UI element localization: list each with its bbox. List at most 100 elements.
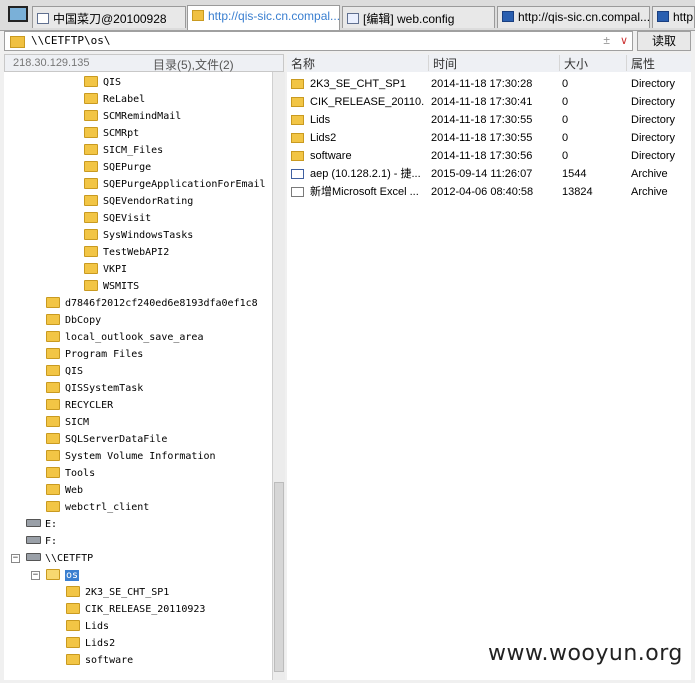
tab-label: 中国菜刀@20100928 [53,12,167,26]
folder-icon [291,97,304,107]
tree-item[interactable]: RECYCLER [46,397,113,414]
tree-item[interactable]: Lids2 [66,635,115,652]
tree-item[interactable]: TestWebAPI2 [84,244,169,261]
tree-item[interactable]: software [66,652,133,669]
file-attr: Directory [631,114,676,126]
folder-icon [46,501,60,512]
tree-item[interactable]: VKPI [84,261,127,278]
tree-item-label: Lids [85,621,110,632]
tree-item[interactable]: SQEVendorRating [84,193,193,210]
chevron-down-icon[interactable]: ∨ [620,34,628,47]
tree-item[interactable]: SICM [46,414,89,431]
column-time[interactable]: 时间 [428,55,559,71]
address-bar: \\CETFTP\os\ ± ∨ 读取 [4,31,691,53]
folder-icon [46,399,60,410]
folder-icon [46,433,60,444]
file-row[interactable]: software 2014-11-18 17:30:56 0 Directory [287,147,691,165]
file-row[interactable]: CIK_RELEASE_20110... 2014-11-18 17:30:41 0… [287,93,691,111]
folder-icon [84,161,98,172]
tab-web-2[interactable]: http: [652,6,695,28]
folder-icon [46,365,60,376]
tree-item-label: System Volume Information [65,451,216,462]
tree-item-label: local_outlook_save_area [65,332,204,343]
folder-icon [291,79,304,89]
file-size: 0 [562,150,569,162]
tree-item[interactable]: Web [46,482,83,499]
tree-item[interactable]: SQEPurgeApplicationForEmail [84,176,266,193]
folder-icon [66,637,80,648]
column-name[interactable]: 名称 [287,55,315,71]
collapse-toggle-icon[interactable]: − [11,554,20,563]
scrollbar-thumb[interactable] [274,482,284,672]
tree-item-label: DbCopy [65,315,102,326]
file-time: 2014-11-18 17:30:56 [431,150,533,162]
tree-item[interactable]: Tools [46,465,95,482]
tree-item[interactable]: 2K3_SE_CHT_SP1 [66,584,169,601]
tree-item[interactable]: local_outlook_save_area [46,329,203,346]
file-icon [291,187,304,197]
file-attr: Directory [631,132,676,144]
directory-tree[interactable]: QIS ReLabel SCMRemindMail SCMRpt SICM_Files S… [4,72,273,680]
tab-caidao[interactable]: 中国菜刀@20100928 [32,6,186,28]
tree-item[interactable]: SICM_Files [84,142,163,159]
tree-item[interactable]: SCMRpt [84,125,139,142]
file-attr: Archive [631,186,668,198]
tree-item[interactable]: d7846f2012cf240ed6e8193dfa0ef1c8 [46,295,258,312]
tree-item[interactable]: QIS [46,363,83,380]
tree-item[interactable]: os [46,567,80,584]
folder-icon [84,127,98,138]
tree-item[interactable]: SysWindowsTasks [84,227,193,244]
tree-item[interactable]: Lids [66,618,109,635]
scroll-toggle-icon[interactable]: ± [603,33,610,47]
tree-item-label: Lids2 [85,638,116,649]
file-name: aep (10.128.2.1) - 捷... [310,168,421,180]
tree-item[interactable]: DbCopy [46,312,101,329]
file-size: 13824 [562,186,593,198]
file-row[interactable]: Lids 2014-11-18 17:30:55 0 Directory [287,111,691,129]
file-row[interactable]: 2K3_SE_CHT_SP1 2014-11-18 17:30:28 0 Direct… [287,75,691,93]
tab-web[interactable]: http://qis-sic.cn.compal.... [497,6,650,28]
file-row[interactable]: 新增Microsoft Excel ... 2012-04-06 08:40:58… [287,183,691,201]
tree-scrollbar[interactable] [272,72,285,680]
file-time: 2014-11-18 17:30:55 [431,132,533,144]
file-size: 0 [562,96,569,108]
tree-item[interactable]: F: [26,533,57,550]
folder-icon [84,246,98,257]
tree-item[interactable]: webctrl_client [46,499,149,516]
tree-item[interactable]: WSMITS [84,278,139,295]
collapse-toggle-icon[interactable]: − [31,571,40,580]
tree-item[interactable]: SQLServerDataFile [46,431,167,448]
tree-item[interactable]: QISSystemTask [46,380,143,397]
tree-item-label: WSMITS [103,281,140,292]
folder-icon [66,654,80,665]
tree-item[interactable]: SQEPurge [84,159,151,176]
tree-item[interactable]: System Volume Information [46,448,216,465]
tree-item[interactable]: \\CETFTP [26,550,93,567]
tab-file-manager[interactable]: http://qis-sic.cn.compal.... [187,5,340,30]
tab-edit-webconfig[interactable]: [编辑] web.config [342,6,495,28]
tree-item[interactable]: Program Files [46,346,143,363]
tree-item[interactable]: SCMRemindMail [84,108,181,125]
tree-item[interactable]: QIS [84,74,121,91]
file-attr: Directory [631,96,676,108]
file-list[interactable]: 2K3_SE_CHT_SP1 2014-11-18 17:30:28 0 Direct… [287,72,691,680]
tree-item[interactable]: E: [26,516,57,533]
folder-icon [192,10,204,21]
path-input[interactable]: \\CETFTP\os\ ± ∨ [4,31,633,51]
tree-item-label: SQEVisit [103,213,152,224]
read-button[interactable]: 读取 [637,31,691,51]
tree-item-label: VKPI [103,264,128,275]
file-row[interactable]: Lids2 2014-11-18 17:30:55 0 Directory [287,129,691,147]
column-attr[interactable]: 属性 [626,55,691,71]
tree-item-label: SQEPurgeApplicationForEmail [103,179,266,190]
folder-icon [46,348,60,359]
tab-label: http: [673,10,695,24]
app-icon[interactable] [8,6,28,22]
folder-icon [84,263,98,274]
column-size[interactable]: 大小 [559,55,626,71]
tree-item[interactable]: ReLabel [84,91,145,108]
tree-item[interactable]: SQEVisit [84,210,151,227]
folder-icon [46,467,60,478]
tree-item[interactable]: CIK_RELEASE_20110923 [66,601,205,618]
file-row[interactable]: aep (10.128.2.1) - 捷... 2015-09-14 11:26:… [287,165,691,183]
